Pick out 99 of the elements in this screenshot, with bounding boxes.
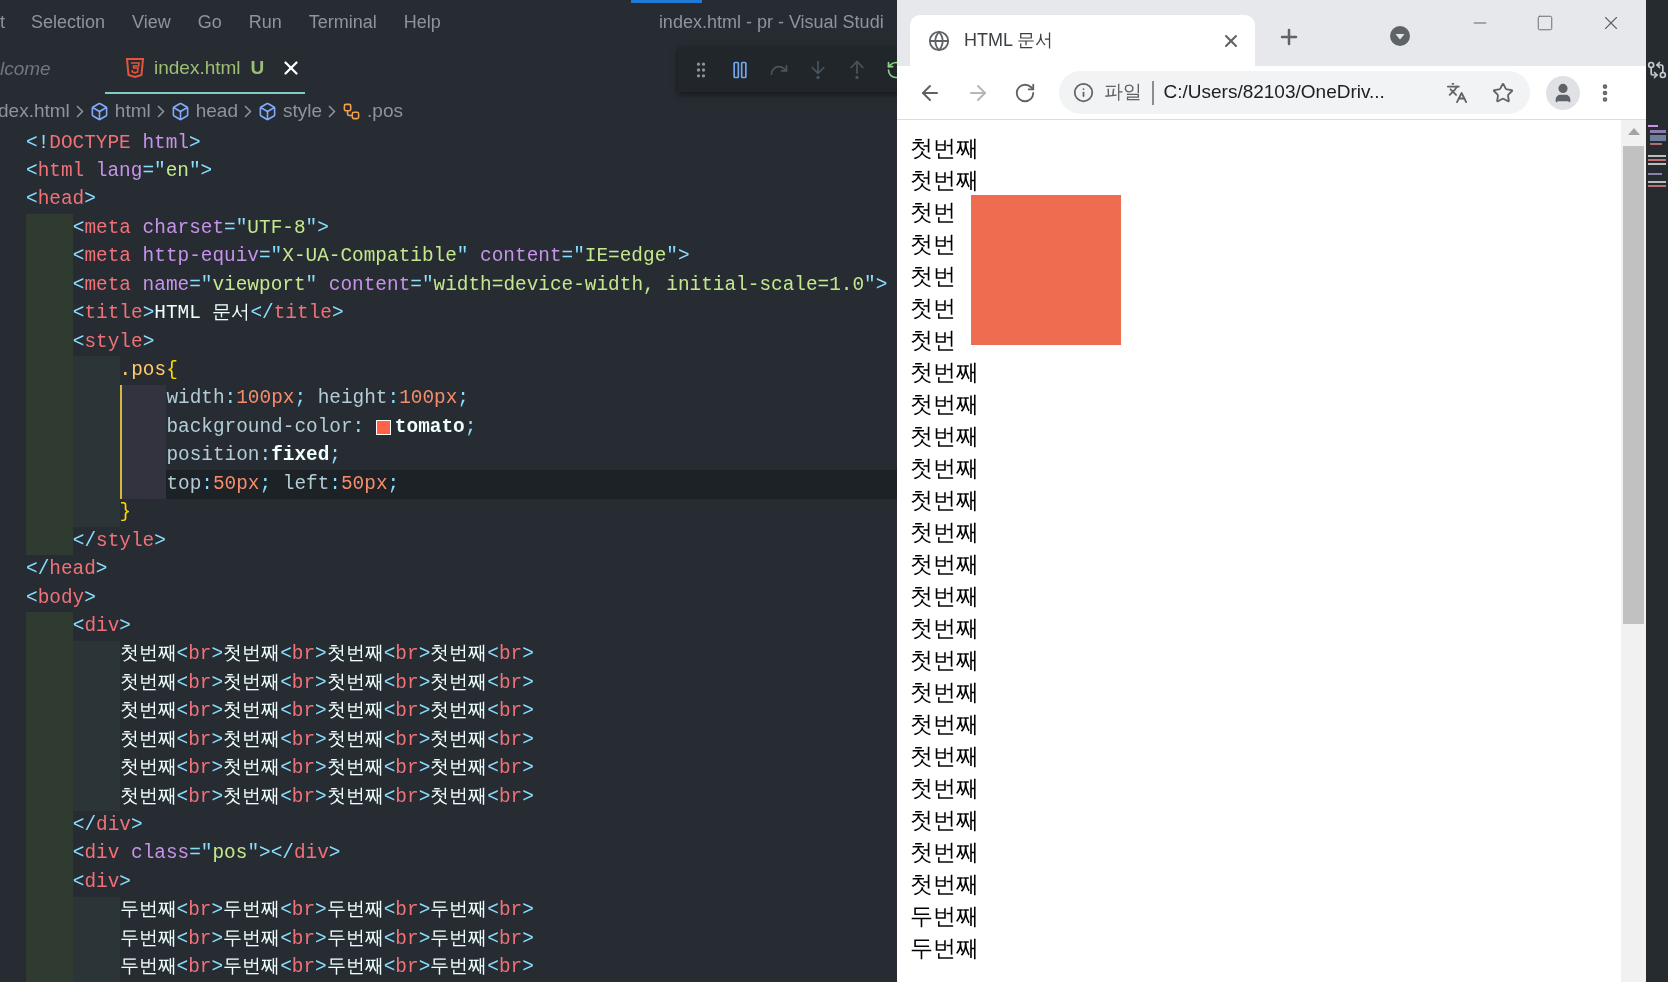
page-text: 첫번 [910,294,956,323]
code-line: 첫번째<br>첫번째<br>첫번째<br>첫번째<br> [119,756,534,782]
page-text: 첫번 [910,198,956,227]
cube-icon [258,102,277,122]
tab-title: HTML 문서 [964,29,1055,52]
selector-icon [342,102,362,122]
page-text: 첫번째 [910,390,979,419]
breadcrumb-item[interactable]: html [114,97,151,126]
page-text: 첫번째 [910,646,979,675]
page-text: 첫번째 [910,742,979,771]
html5-icon [126,58,144,79]
code-line: 첫번째<br>첫번째<br>첫번째<br>첫번째<br> [119,642,534,668]
code-line: <head> [26,187,96,213]
editor-tab[interactable]: index.html U [105,44,305,95]
source-control-icon[interactable] [1647,60,1667,80]
info-icon [1073,82,1094,103]
page-text: 첫번째 [910,582,979,611]
window-title: index.html - pr - Visual Studi [658,10,884,34]
menu-item[interactable]: Go [197,8,222,36]
page-text: 첫번째 [910,774,979,803]
menu-item[interactable]: Selection [31,8,106,36]
reload-icon[interactable] [1014,81,1036,104]
code-line: <!DOCTYPE html> [26,130,201,156]
scheme-label: 파일 [1104,80,1142,105]
code-line: <meta charset="UTF-8"> [72,215,329,241]
code-line: 첫번째<br>첫번째<br>첫번째<br>첫번째<br> [119,699,534,725]
cube-icon [170,102,190,122]
page-text: 첫번 [910,262,956,291]
page-text: 첫번째 [910,710,979,739]
code-line: <meta name="viewport" content="width=device-width, initial-scale=1.0"> [72,272,888,298]
menu-item[interactable]: Run [248,8,282,36]
dropdown-icon[interactable] [1389,25,1411,47]
maximize-icon[interactable] [1536,14,1554,32]
code-line: <div class="pos"></div> [72,841,341,867]
chevron-icon [75,105,84,119]
code-line: width:100px; height:100px; [166,386,469,412]
page-text: 첫번 [910,326,956,355]
menu-item[interactable]: t [0,8,4,36]
breadcrumb-item[interactable]: head [195,97,238,126]
code-line: <meta http-equiv="X-UA-Compatible" content="IE=edge"> [72,244,690,270]
globe-icon [928,29,950,52]
editor-tab[interactable]: lcome [0,44,105,95]
page-text: 두번째 [910,934,979,963]
breadcrumb-item[interactable]: style [283,97,323,126]
url-text: C:/Users/82103/OneDriv... [1163,80,1385,105]
page-text: 첫번째 [910,870,979,899]
code-line: top:50px; left:50px; [166,471,400,497]
tab-label: lcome [0,57,51,82]
page-text: 첫번째 [910,422,979,451]
code-line: } [119,500,132,526]
menu-item[interactable]: Help [403,8,441,36]
code-line: background-color: tomato; [166,414,477,440]
page-text: 첫번째 [910,614,979,643]
code-line: </head> [26,557,108,583]
code-line: <div> [72,614,131,639]
page-text: 첫번째 [910,806,979,835]
code-line: 첫번째<br>첫번째<br>첫번째<br>첫번째<br> [119,670,534,696]
profile-avatar[interactable] [1546,75,1580,110]
tab-label: index.html [154,56,241,81]
page-text: 첫번째 [910,678,979,707]
code-line: position:fixed; [166,443,341,469]
page-text: 첫번째 [910,550,979,579]
status-letter: U [250,56,265,81]
page-text: 첫번째 [910,838,979,867]
code-line: <body> [26,585,96,611]
page-text: 첫번째 [910,358,979,387]
translate-icon[interactable] [1446,81,1468,104]
page-text: 첫번째 [910,518,979,547]
code-line: 두번째<br>두번째<br>두번째<br>두번째<br> [119,955,534,981]
breadcrumb-item[interactable]: .pos [367,97,403,126]
code-line: <title>HTML 문서</title> [72,301,344,327]
chevron-icon [244,105,252,119]
cube-icon [89,102,109,122]
code-line: 두번째<br>두번째<br>두번째<br>두번째<br> [119,898,534,924]
page-text: 첫번째 [910,134,979,163]
page-text: 두번째 [910,902,979,931]
code-line: 두번째<br>두번째<br>두번째<br>두번째<br> [119,926,534,952]
code-line: <html lang="en"> [26,159,213,184]
menu-item[interactable]: View [132,8,171,36]
code-line: <style> [72,329,155,355]
scrollbar[interactable] [1621,120,1646,982]
menu-item[interactable]: Terminal [308,8,377,36]
browser-tab[interactable]: HTML 문서 [910,15,1255,66]
code-line: .pos{ [119,358,178,384]
chevron-icon [328,105,337,119]
code-line: <div> [72,869,131,895]
code-line: </style> [72,528,166,554]
bookmark-star-icon[interactable] [1492,81,1514,104]
scrollbar-thumb[interactable] [1623,146,1644,624]
address-bar[interactable]: 파일 C:/Users/82103/OneDriv... [1059,71,1530,114]
page-text: 첫번 [910,230,956,259]
code-line: 첫번째<br>첫번째<br>첫번째<br>첫번째<br> [119,784,534,810]
code-line: 첫번째<br>첫번째<br>첫번째<br>첫번째<br> [119,727,534,753]
loading-bar [631,0,702,3]
page-text: 첫번째 [910,166,979,195]
page-text: 첫번째 [910,486,979,515]
code-line: </div> [72,813,143,839]
chevron-icon [156,105,165,119]
page-text: 첫번째 [910,454,979,483]
